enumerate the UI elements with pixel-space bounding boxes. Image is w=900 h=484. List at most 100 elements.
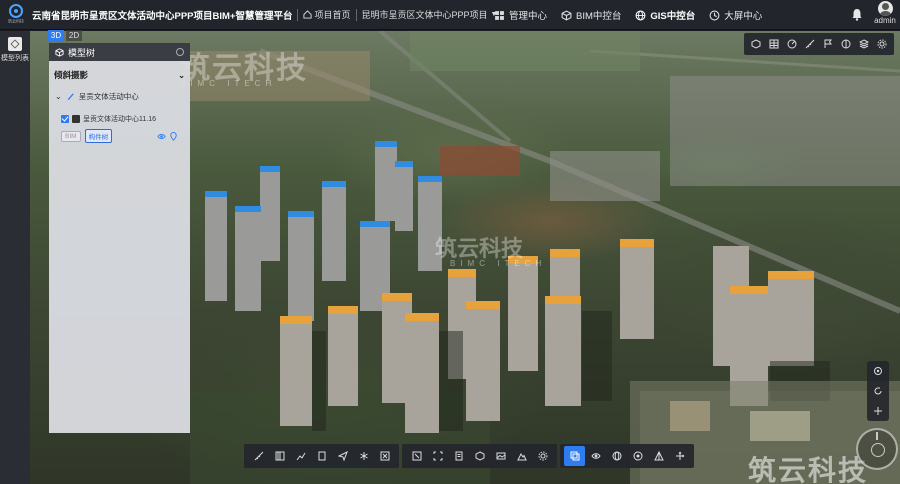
tag-component-tree[interactable]: 构件树 (84, 129, 113, 143)
eye-icon[interactable] (157, 132, 166, 141)
scene-toolbar (744, 33, 894, 55)
settings-icon (538, 451, 547, 461)
nav-label: BIM中控台 (576, 11, 622, 22)
locate-icon[interactable] (873, 366, 883, 376)
tool-panel[interactable] (311, 446, 332, 466)
model-checkbox[interactable] (61, 115, 69, 123)
panel-header: 模型树 (49, 43, 190, 61)
home-icon (303, 10, 313, 19)
section-oblique-photo[interactable]: 倾斜摄影 ⌄ (49, 61, 190, 85)
cube-icon (561, 9, 572, 21)
tool-doc[interactable] (448, 446, 469, 466)
tool-expand[interactable] (406, 446, 427, 466)
panel-title: 模型树 (68, 47, 96, 58)
chevron-down-icon: ⌄ (178, 70, 185, 80)
tool-photo[interactable] (490, 446, 511, 466)
view-2d-button[interactable]: 2D (66, 30, 82, 41)
nav-bim[interactable]: BIM中控台 (561, 8, 621, 22)
tool-terrain[interactable] (511, 446, 532, 466)
copy-icon (570, 451, 579, 461)
send-icon (337, 451, 348, 461)
move-icon (675, 451, 684, 460)
settings-icon[interactable] (877, 39, 887, 49)
tool-measure[interactable] (248, 446, 269, 466)
nav-management[interactable]: 管理中心 (494, 8, 547, 22)
tool-box[interactable] (469, 446, 490, 466)
mountain-icon (516, 453, 527, 461)
project-select[interactable]: 昆明市呈贡区文体中心PPP项目 ▼ (362, 8, 498, 21)
rotate-icon[interactable] (873, 386, 883, 396)
project-label: 昆明市呈贡区文体中心PPP项目 (361, 10, 488, 20)
location-icon[interactable] (169, 131, 178, 141)
expand-icon (412, 451, 421, 461)
tool-clip[interactable] (374, 446, 395, 466)
panel-refresh-icon[interactable] (176, 48, 184, 56)
view-3d-button[interactable]: 3D (48, 30, 64, 41)
avatar (877, 1, 893, 16)
move-icon[interactable] (873, 406, 883, 416)
frame-icon (433, 451, 442, 461)
globe-icon (635, 10, 646, 20)
user-menu[interactable]: admin (873, 1, 897, 25)
cube-outline-icon[interactable] (841, 39, 851, 49)
tree-model-item[interactable]: 呈贡文体活动中心11.16 (49, 108, 190, 127)
eye-icon (590, 453, 601, 459)
tool-group-view (560, 444, 694, 468)
nav-gis[interactable]: GIS中控台 (635, 8, 695, 22)
globe-icon (612, 451, 621, 461)
target-icon (633, 451, 642, 461)
section-label: 倾斜摄影 (54, 70, 89, 80)
nav-big-screen[interactable]: 大屏中心 (709, 8, 762, 22)
main-nav: 管理中心 BIM中控台 GIS中控台 大屏中心 (494, 0, 776, 30)
box-icon (475, 451, 484, 461)
divider (297, 8, 299, 21)
flag-icon[interactable] (823, 39, 833, 49)
grid-table-icon[interactable] (769, 39, 779, 49)
tool-copy[interactable] (564, 446, 585, 466)
app-logo[interactable]: 筑云科技 (2, 1, 30, 29)
tool-move[interactable] (669, 446, 690, 466)
tag-bim[interactable]: BIM (61, 130, 81, 142)
model-tree-panel: 模型树 倾斜摄影 ⌄ ⌄ 呈贡文体活动中心 呈贡文体活动中心11.16 BIM … (49, 43, 190, 433)
tool-view[interactable] (585, 446, 606, 466)
ruler-icon[interactable] (805, 39, 815, 49)
tool-triangle[interactable] (648, 446, 669, 466)
tool-profile[interactable] (290, 446, 311, 466)
ruler-icon (254, 451, 263, 461)
tool-distance[interactable] (269, 446, 290, 466)
tool-snow[interactable] (353, 446, 374, 466)
app-title: 云南省昆明市呈贡区文体活动中心PPP项目BIM+智慧管理平台 (32, 10, 293, 22)
tool-globe[interactable] (606, 446, 627, 466)
layers-stack-icon[interactable] (859, 39, 869, 49)
model-label: 呈贡文体活动中心11.16 (83, 116, 156, 123)
rail-item-model-list[interactable]: 模型列表 (0, 31, 30, 63)
bell-icon[interactable] (851, 8, 863, 21)
navigation-controls (867, 361, 889, 421)
group-label: 呈贡文体活动中心 (78, 92, 139, 101)
nav-label: GIS中控台 (650, 11, 696, 22)
left-rail: 模型列表 (0, 31, 30, 484)
tool-group-scene (402, 444, 557, 468)
tool-settings[interactable] (532, 446, 553, 466)
tool-target[interactable] (627, 446, 648, 466)
line-chart-icon (296, 452, 305, 461)
tool-frame[interactable] (427, 446, 448, 466)
compass-dial-icon[interactable] (787, 39, 797, 49)
doc-icon (455, 451, 462, 461)
box-icon[interactable] (751, 39, 761, 49)
user-name: admin (874, 16, 896, 25)
compass-widget[interactable] (856, 428, 898, 470)
model-icon (72, 115, 80, 123)
home-label: 项目首页 (314, 10, 351, 20)
chevron-down-icon: ⌄ (55, 92, 62, 101)
tool-send[interactable] (332, 446, 353, 466)
tool-group-measure (244, 444, 399, 468)
view-toggle: 3D 2D (48, 30, 82, 41)
logo-icon (9, 4, 23, 18)
layers-icon (8, 37, 22, 51)
home-link[interactable]: 项目首页 (303, 8, 351, 21)
distance-icon (275, 451, 284, 461)
tree-group[interactable]: ⌄ 呈贡文体活动中心 (49, 85, 190, 108)
top-bar: 筑云科技 云南省昆明市呈贡区文体活动中心PPP项目BIM+智慧管理平台 项目首页… (0, 0, 900, 30)
snowflake-icon (359, 452, 368, 460)
